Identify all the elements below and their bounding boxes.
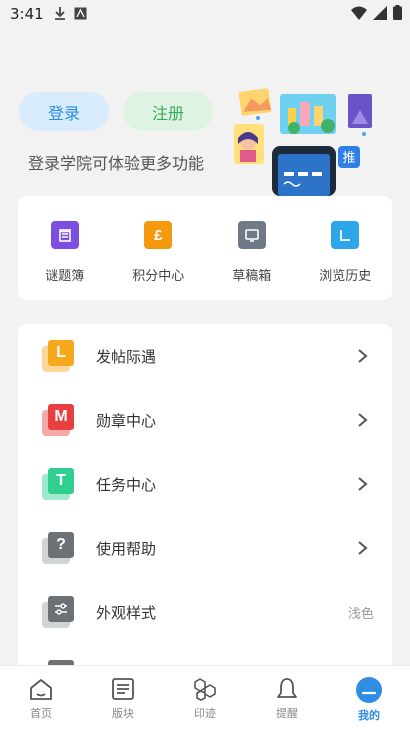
menu-item-appearance[interactable]: 外观样式 浅色 <box>18 580 392 644</box>
help-icon: ? <box>48 532 74 558</box>
menu-item-badge: L <box>42 340 76 374</box>
nav-reminders[interactable]: 提醒 <box>246 666 328 730</box>
menu-item-help[interactable]: ? 使用帮助 <box>18 516 392 580</box>
menu-item-label: 使用帮助 <box>96 539 157 558</box>
illustration-badge-text: 推 <box>342 151 355 166</box>
menu-item-badge: M <box>42 404 76 438</box>
bell-icon <box>277 678 297 698</box>
menu-item-label: 发帖际遇 <box>96 347 157 366</box>
points-icon: £ <box>144 221 173 249</box>
login-illustration: 推 <box>228 84 388 196</box>
signal-icon <box>373 5 387 24</box>
menu-item-label: 勋章中心 <box>96 411 157 430</box>
nav-label: 提醒 <box>276 707 298 720</box>
status-time: 3:41 <box>10 5 44 23</box>
wifi-icon <box>351 5 367 24</box>
chevron-right-icon <box>358 349 368 363</box>
menu-letter-badge: T <box>48 468 74 494</box>
battery-icon <box>393 4 402 24</box>
app-notification-icon <box>74 5 87 24</box>
chevron-right-icon <box>358 413 368 427</box>
login-button[interactable]: 登录 <box>19 92 109 131</box>
nav-traces[interactable]: 印迹 <box>164 666 246 730</box>
status-bar: 3:41 <box>0 0 410 28</box>
quick-link-label: 谜题簿 <box>45 269 85 284</box>
menu-item-badge: ? <box>42 532 76 566</box>
nav-board[interactable]: 版块 <box>82 666 164 730</box>
download-icon <box>54 5 66 24</box>
chevron-right-icon <box>358 541 368 555</box>
quick-link-label: 积分中心 <box>132 269 185 284</box>
nav-label: 版块 <box>112 707 134 720</box>
quick-link-drafts[interactable]: 草稿箱 <box>205 196 299 300</box>
puzzle-book-icon <box>50 221 79 249</box>
menu-item-badge: T <box>42 468 76 502</box>
history-icon <box>331 221 360 249</box>
login-tip-text: 登录学院可体验更多功能 <box>28 154 205 173</box>
menu-item-medal-center[interactable]: M 勋章中心 <box>18 388 392 452</box>
nav-label: 我的 <box>358 709 380 722</box>
register-button[interactable]: 注册 <box>123 92 213 131</box>
menu-item-label: 任务中心 <box>96 475 157 494</box>
menu-letter-badge: L <box>48 340 74 366</box>
drafts-icon <box>237 221 266 249</box>
menu-list-card: L 发帖际遇 M 勋章中心 T 任务中心 ? 使用帮助 外观样式 浅色 <box>18 324 392 669</box>
menu-letter-badge: M <box>48 404 74 430</box>
quick-link-points-center[interactable]: £ 积分中心 <box>112 196 206 300</box>
quick-link-label: 草稿箱 <box>232 269 272 284</box>
sliders-icon <box>48 596 74 622</box>
nav-label: 印迹 <box>194 707 216 720</box>
menu-item-label: 外观样式 <box>96 603 157 622</box>
bottom-nav: 首页 版块 印迹 提醒 我的 <box>0 665 410 730</box>
nav-home[interactable]: 首页 <box>0 666 82 730</box>
menu-item-badge <box>42 596 76 630</box>
menu-item-post-encounter[interactable]: L 发帖际遇 <box>18 324 392 388</box>
menu-item-task-center[interactable]: T 任务中心 <box>18 452 392 516</box>
profile-icon <box>356 677 382 703</box>
traces-icon <box>194 678 216 701</box>
board-icon <box>112 678 134 700</box>
chevron-right-icon <box>358 477 368 491</box>
quick-link-label: 浏览历史 <box>319 269 372 284</box>
nav-label: 首页 <box>30 707 52 720</box>
nav-profile[interactable]: 我的 <box>328 666 410 730</box>
home-icon <box>30 679 52 700</box>
quick-link-puzzle-book[interactable]: 谜题簿 <box>18 196 112 300</box>
appearance-value: 浅色 <box>347 606 374 622</box>
quick-links-card: 谜题簿 £ 积分中心 草稿箱 浏览历史 <box>18 196 392 300</box>
quick-link-history[interactable]: 浏览历史 <box>299 196 393 300</box>
